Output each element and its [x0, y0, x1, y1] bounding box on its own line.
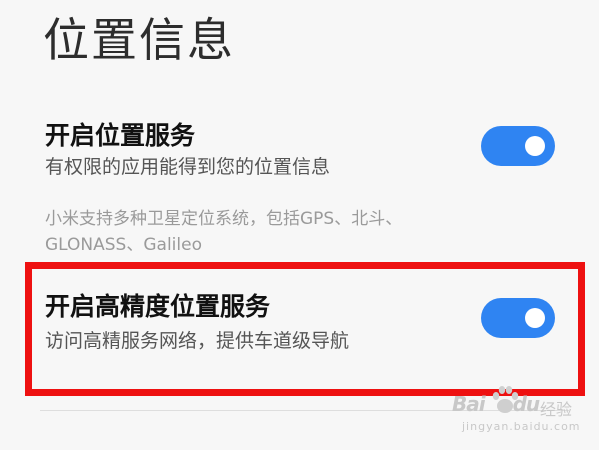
watermark-url: jingyan.baidu.com	[462, 420, 581, 433]
highlight-annotation-box	[25, 262, 585, 396]
satellite-note-line1: 小米支持多种卫星定位系统，包括GPS、北斗、	[45, 209, 403, 229]
paw-icon	[492, 386, 519, 413]
location-service-description: 有权限的应用能得到您的位置信息	[45, 156, 331, 178]
watermark-site: 经验	[540, 400, 573, 419]
location-service-toggle[interactable]	[481, 126, 555, 166]
baidu-jingyan-watermark: Bai du 经验 jingyan.baidu.com	[440, 386, 581, 438]
location-service-title: 开启位置服务	[45, 121, 196, 150]
satellite-note-line2: GLONASS、Galileo	[45, 235, 202, 255]
satellite-note: 小米支持多种卫星定位系统，包括GPS、北斗、 GLONASS、Galileo	[45, 206, 505, 258]
page-title: 位置信息	[43, 13, 235, 67]
toggle-knob	[525, 136, 545, 156]
